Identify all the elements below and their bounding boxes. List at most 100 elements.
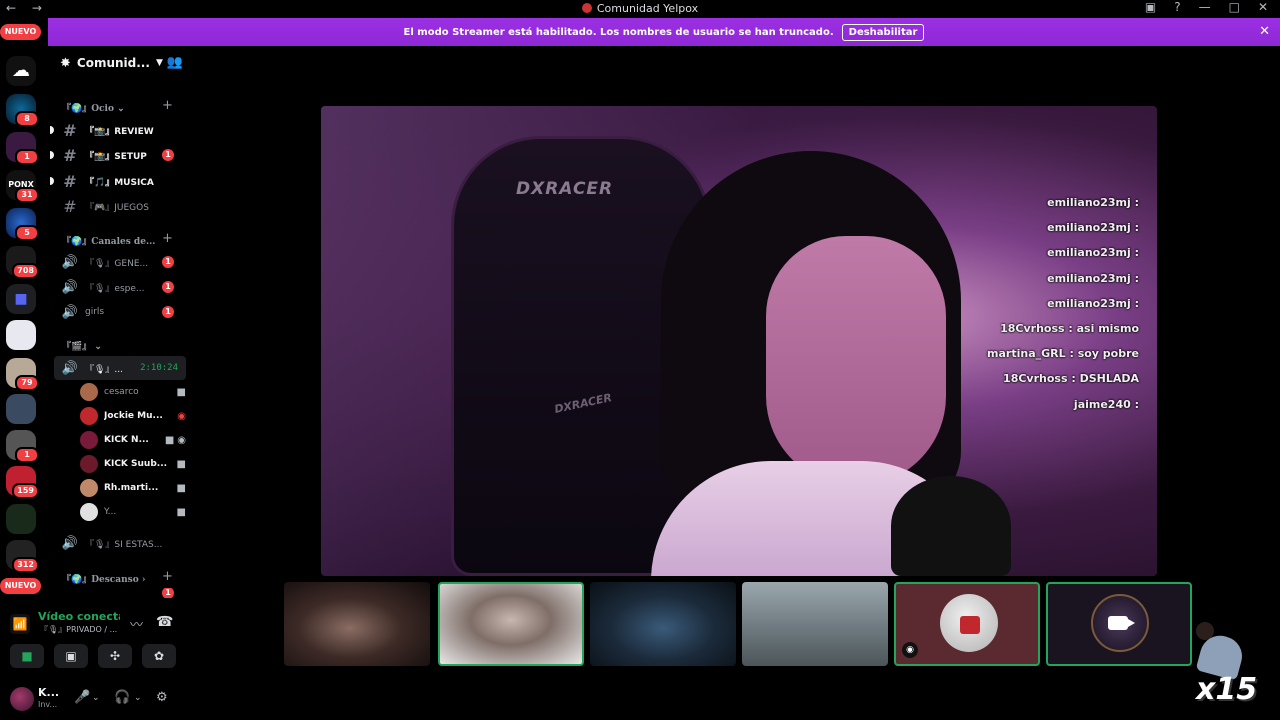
disconnect-icon[interactable]: ☎ xyxy=(156,614,173,630)
server-icon[interactable]: 159 xyxy=(6,466,39,499)
app-window: ← → Comunidad Yelpox ▣ ? — □ ✕ NUEVO ☁ 8… xyxy=(0,0,1280,720)
server-header[interactable]: ✸ Comunid... ▼ 👥 xyxy=(48,46,193,80)
channel-juegos[interactable]: # 『🎮』JUEGOS xyxy=(54,194,186,218)
server-icon[interactable]: 8 xyxy=(6,94,39,127)
help-icon[interactable]: ? xyxy=(1174,0,1180,14)
muted-icon: ◉ xyxy=(177,434,186,446)
close-icon[interactable]: ✕ xyxy=(1259,24,1270,39)
nuevo-badge[interactable]: NUEVO xyxy=(0,578,41,594)
activities-button[interactable]: ✣ xyxy=(98,644,132,668)
voice-channel-espera[interactable]: 🔊 『🎙』espe... 1 xyxy=(54,275,186,299)
soundboard-button[interactable]: ✿ xyxy=(142,644,176,668)
signal-icon[interactable]: 📶 xyxy=(10,614,30,634)
participant-tile[interactable] xyxy=(742,582,888,666)
participant-tile[interactable] xyxy=(284,582,430,666)
settings-icon[interactable]: ⚙ xyxy=(156,690,168,705)
channel-descanso[interactable]: 1 xyxy=(54,588,186,598)
channel-setup[interactable]: # 『📸』SETUP 1 xyxy=(50,143,186,167)
user-name: K... xyxy=(38,686,60,699)
voice-member[interactable]: Jockie Mu... ◉ xyxy=(80,405,186,427)
unread-indicator xyxy=(50,126,54,134)
server-badge-icon: ✸ xyxy=(60,55,71,71)
avatar[interactable] xyxy=(10,687,34,711)
avatar xyxy=(80,431,98,449)
invite-people-icon[interactable]: 👥 xyxy=(167,55,183,70)
stream-icon: ◉ xyxy=(902,642,918,658)
voice-member[interactable]: Rh.marti... ■ xyxy=(80,477,186,499)
voice-location[interactable]: 『🎙』PRIVADO / ... xyxy=(40,624,117,635)
chat-line: jaime240 : xyxy=(1073,397,1139,411)
server-icon[interactable]: 1 xyxy=(6,132,39,165)
chevron-down-icon[interactable]: ⌄ xyxy=(92,693,100,703)
voice-connection-panel: 📶 Vídeo conectado 『🎙』PRIVADO / ... 〰 ☎ ■… xyxy=(6,604,186,684)
server-folder[interactable] xyxy=(6,504,36,534)
participant-tile-speaking[interactable] xyxy=(438,582,584,666)
channel-review[interactable]: # 『📸』REVIEW xyxy=(50,118,186,142)
voice-member[interactable]: KICK Suub... ■ xyxy=(80,453,186,475)
server-folder[interactable]: 708 xyxy=(6,246,39,279)
chair-brand-lower: DXRACER xyxy=(553,391,614,416)
text-channel-icon: # xyxy=(63,120,77,140)
server-folder[interactable]: 312 xyxy=(6,540,39,573)
unread-indicator xyxy=(50,151,54,159)
screen-share-button[interactable]: ▣ xyxy=(54,644,88,668)
category-descanso[interactable]: 『🌍』Descanso › + xyxy=(62,569,173,585)
participant-tile-avatar[interactable]: ◉ xyxy=(894,582,1040,666)
create-channel-icon[interactable]: + xyxy=(162,231,173,246)
server-icon[interactable]: 79 xyxy=(6,358,39,391)
server-icon[interactable] xyxy=(6,320,36,350)
multiplier-overlay: x15 xyxy=(1196,672,1258,707)
participant-tile[interactable] xyxy=(590,582,736,666)
noise-suppression-icon[interactable]: 〰 xyxy=(130,614,143,633)
create-channel-icon[interactable]: + xyxy=(162,569,173,584)
camera-button[interactable]: ■ xyxy=(10,644,44,668)
chat-line: emiliano23mj : xyxy=(1047,196,1139,209)
speaker-icon: 🔊 xyxy=(61,279,79,295)
category-canales[interactable]: 『🌍』Canales de... + xyxy=(62,231,173,247)
voice-timer: 2:10:24 xyxy=(140,363,178,373)
title-bar: ← → Comunidad Yelpox ▣ ? — □ ✕ xyxy=(0,0,1280,18)
voice-member[interactable]: KICK N... ■ ◉ xyxy=(80,429,186,451)
direct-messages-icon[interactable]: ☁ xyxy=(6,56,36,86)
category-voz[interactable]: 『🎬』 ⌄ xyxy=(62,339,102,352)
microphone-icon[interactable]: 🎤 xyxy=(74,690,90,705)
disable-streamer-button[interactable]: Deshabilitar xyxy=(841,23,925,41)
minimize-button[interactable]: — xyxy=(1199,0,1211,14)
voice-channel-general[interactable]: 🔊 『🎙』GENE... 1 xyxy=(54,250,186,274)
unread-indicator xyxy=(50,177,54,185)
inbox-icon[interactable]: ▣ xyxy=(1145,0,1156,14)
video-camera-icon xyxy=(1108,616,1135,630)
server-icon[interactable]: 5 xyxy=(6,208,39,241)
avatar xyxy=(80,503,98,521)
voice-member[interactable]: cesarco ■ xyxy=(80,381,186,403)
camera-icon: ■ xyxy=(176,458,186,470)
chat-line: emiliano23mj : xyxy=(1047,271,1139,285)
folder-icon[interactable]: ■ xyxy=(6,284,36,314)
server-icon[interactable] xyxy=(6,394,36,424)
active-voice-channel[interactable]: 🔊 『🎙』... 2:10:24 xyxy=(54,356,186,380)
camera-icon: ■ xyxy=(176,482,186,494)
speaker-icon: 🔊 xyxy=(61,535,79,551)
create-channel-icon[interactable]: + xyxy=(162,98,173,113)
close-button[interactable]: ✕ xyxy=(1258,0,1268,14)
headphones-icon[interactable]: 🎧 xyxy=(114,690,130,705)
participant-tile-camera-off[interactable] xyxy=(1046,582,1192,666)
avatar xyxy=(80,407,98,425)
user-panel: K... Inv... 🎤 ⌄ 🎧 ⌄ ⚙ xyxy=(6,682,186,716)
camera-icon: ■ xyxy=(176,386,186,398)
voice-member[interactable]: Y... ■ xyxy=(80,501,186,523)
focused-stream[interactable]: DXRACER DXRACER emiliano23mj : emiliano2… xyxy=(321,106,1157,576)
maximize-button[interactable]: □ xyxy=(1229,0,1240,14)
category-ocio[interactable]: 『🌍』Ocio ⌄ + xyxy=(62,98,173,114)
channel-musica[interactable]: # 『🎵』MUSICA xyxy=(50,169,186,193)
chevron-down-icon: ▼ xyxy=(155,58,163,68)
window-title: Comunidad Yelpox xyxy=(0,2,1280,15)
banner-message: El modo Streamer está habilitado. Los no… xyxy=(403,26,834,38)
server-icon[interactable]: PONX 31 xyxy=(6,170,39,203)
voice-channel-si-estas[interactable]: 🔊 『🎙』SI ESTAS... xyxy=(54,531,186,555)
nuevo-badge[interactable]: NUEVO xyxy=(0,24,41,40)
chevron-down-icon[interactable]: ⌄ xyxy=(134,693,142,703)
voice-channel-girls[interactable]: 🔊 girls 1 xyxy=(54,300,186,324)
chat-line: emiliano23mj : xyxy=(1047,296,1139,310)
server-icon[interactable]: 1 xyxy=(6,430,39,463)
